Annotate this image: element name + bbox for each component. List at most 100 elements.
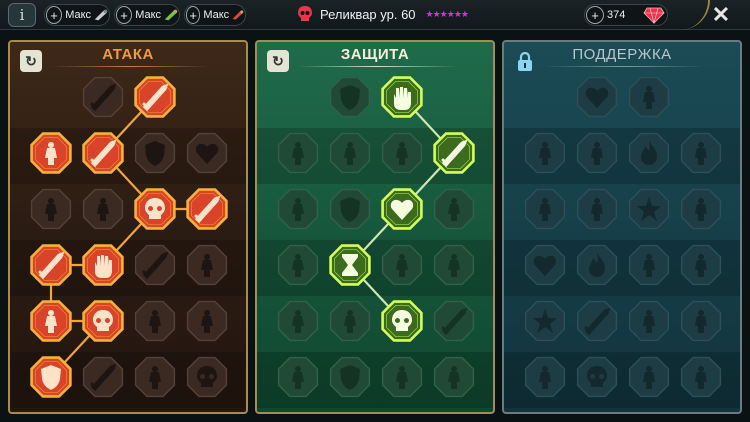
skill-node-eagle[interactable] <box>678 354 724 400</box>
dagger-icon <box>30 244 72 286</box>
skill-node-drops[interactable] <box>327 298 373 344</box>
skill-node-dancer[interactable] <box>275 354 321 400</box>
lock-icon <box>514 50 536 74</box>
skill-node-bomb[interactable] <box>522 354 568 400</box>
skill-node-sun-skull[interactable] <box>379 298 425 344</box>
resource-pill-1[interactable]: + Макс <box>44 4 110 26</box>
heart-shield-icon <box>381 188 423 230</box>
reaper-icon <box>186 188 228 230</box>
skill-node-fist-hammer[interactable] <box>80 242 126 288</box>
warrior-icon <box>576 188 618 230</box>
skill-node-ribbon[interactable] <box>678 186 724 232</box>
plus-icon[interactable]: + <box>186 6 201 24</box>
skill-node-spider[interactable] <box>184 242 230 288</box>
comet-icon <box>576 244 618 286</box>
skill-node-shield[interactable] <box>132 130 178 176</box>
skill-node-leaf[interactable] <box>327 130 373 176</box>
skill-node-armor-plate[interactable] <box>327 74 373 120</box>
skill-node-feather-hand[interactable] <box>574 298 620 344</box>
skill-node-saint[interactable] <box>431 354 477 400</box>
skill-node-horned[interactable] <box>132 354 178 400</box>
skill-node-swirl[interactable] <box>678 298 724 344</box>
skill-node-mask[interactable] <box>626 354 672 400</box>
skill-node-crossed-swords[interactable] <box>80 74 126 120</box>
resource-pill-2[interactable]: + Макс <box>114 4 180 26</box>
skill-node-runner[interactable] <box>275 298 321 344</box>
skill-node-heart-hands[interactable] <box>574 74 620 120</box>
reset-icon[interactable]: ↻ <box>267 50 289 72</box>
skill-node-warrior[interactable] <box>379 130 425 176</box>
skill-node-claw-slash[interactable] <box>132 74 178 120</box>
close-button[interactable]: ✕ <box>708 2 734 28</box>
skill-node-figure[interactable] <box>275 186 321 232</box>
skill-node-dagger[interactable] <box>28 242 74 288</box>
relic-title: Реликвар ур. 60 ★★★★★★ <box>296 5 469 23</box>
skill-node-heart[interactable] <box>184 130 230 176</box>
skill-node-tentacle[interactable] <box>678 242 724 288</box>
prayer-icon <box>524 132 566 174</box>
reset-icon[interactable]: ↻ <box>20 50 42 72</box>
plus-icon[interactable]: + <box>116 6 133 24</box>
skill-node-flame[interactable] <box>626 130 672 176</box>
skill-node-fist[interactable] <box>379 74 425 120</box>
skill-node-skull-helmet[interactable] <box>184 354 230 400</box>
skill-node-beast[interactable] <box>431 242 477 288</box>
skill-node-skull[interactable] <box>132 186 178 232</box>
skill-node-brute[interactable] <box>184 298 230 344</box>
skill-node-lightning[interactable] <box>626 186 672 232</box>
skill-node-axe[interactable] <box>132 242 178 288</box>
swirl-icon <box>680 300 722 342</box>
panel-support: ПОДДЕРЖКА <box>502 40 742 414</box>
skill-node-feather[interactable] <box>80 354 126 400</box>
green-potion-icon <box>164 9 178 21</box>
skill-node-quill[interactable] <box>431 298 477 344</box>
skill-node-tower[interactable] <box>379 354 425 400</box>
panel-title: ЗАЩИТА <box>340 46 410 63</box>
skill-node-prayer[interactable] <box>522 130 568 176</box>
mask-icon <box>82 188 124 230</box>
skill-node-comet[interactable] <box>574 242 620 288</box>
skill-node-pillar[interactable] <box>132 298 178 344</box>
resource-pill-3[interactable]: + Макс <box>184 4 246 26</box>
info-button[interactable]: i <box>8 3 36 27</box>
skill-node-double-skull[interactable] <box>80 298 126 344</box>
mask-icon <box>628 356 670 398</box>
skill-node-skull[interactable] <box>574 354 620 400</box>
skill-node-heart[interactable] <box>522 242 568 288</box>
skill-node-orb[interactable] <box>574 130 620 176</box>
skill-node-warrior[interactable] <box>574 186 620 232</box>
skill-node-helmet-fire[interactable] <box>28 354 74 400</box>
skill-node-reaper[interactable] <box>184 186 230 232</box>
crossed-blades-icon <box>433 132 475 174</box>
skill-node-wave[interactable] <box>678 130 724 176</box>
axe-icon <box>134 244 176 286</box>
skill-node-cloak[interactable] <box>275 130 321 176</box>
skill-node-demon[interactable] <box>28 130 74 176</box>
heart-icon <box>524 244 566 286</box>
spider-legs-icon <box>30 300 72 342</box>
skill-node-star[interactable] <box>522 298 568 344</box>
skill-node-book[interactable] <box>626 242 672 288</box>
skill-node-warrior[interactable] <box>28 186 74 232</box>
skill-node-eye[interactable] <box>626 298 672 344</box>
skill-node-heart-shield[interactable] <box>379 186 425 232</box>
skill-node-blade-fan[interactable] <box>80 130 126 176</box>
skill-node-spider-legs[interactable] <box>28 298 74 344</box>
skill-node-crossed-blades[interactable] <box>431 130 477 176</box>
gems-pill[interactable]: + 374 <box>584 4 668 26</box>
skill-node-gate[interactable] <box>327 354 373 400</box>
skill-node-statue[interactable] <box>275 242 321 288</box>
statue-icon <box>277 244 319 286</box>
plus-icon[interactable]: + <box>586 6 604 24</box>
plus-icon[interactable]: + <box>46 6 63 24</box>
skill-node-wind[interactable] <box>626 74 672 120</box>
silver-potion-icon <box>94 9 108 21</box>
skill-node-hand[interactable] <box>379 242 425 288</box>
skill-node-crowd[interactable] <box>522 186 568 232</box>
skill-node-knight[interactable] <box>431 186 477 232</box>
skill-node-hourglass[interactable] <box>327 242 373 288</box>
drops-icon <box>329 300 371 342</box>
gate-icon <box>329 356 371 398</box>
skill-node-shield[interactable] <box>327 186 373 232</box>
skill-node-mask[interactable] <box>80 186 126 232</box>
